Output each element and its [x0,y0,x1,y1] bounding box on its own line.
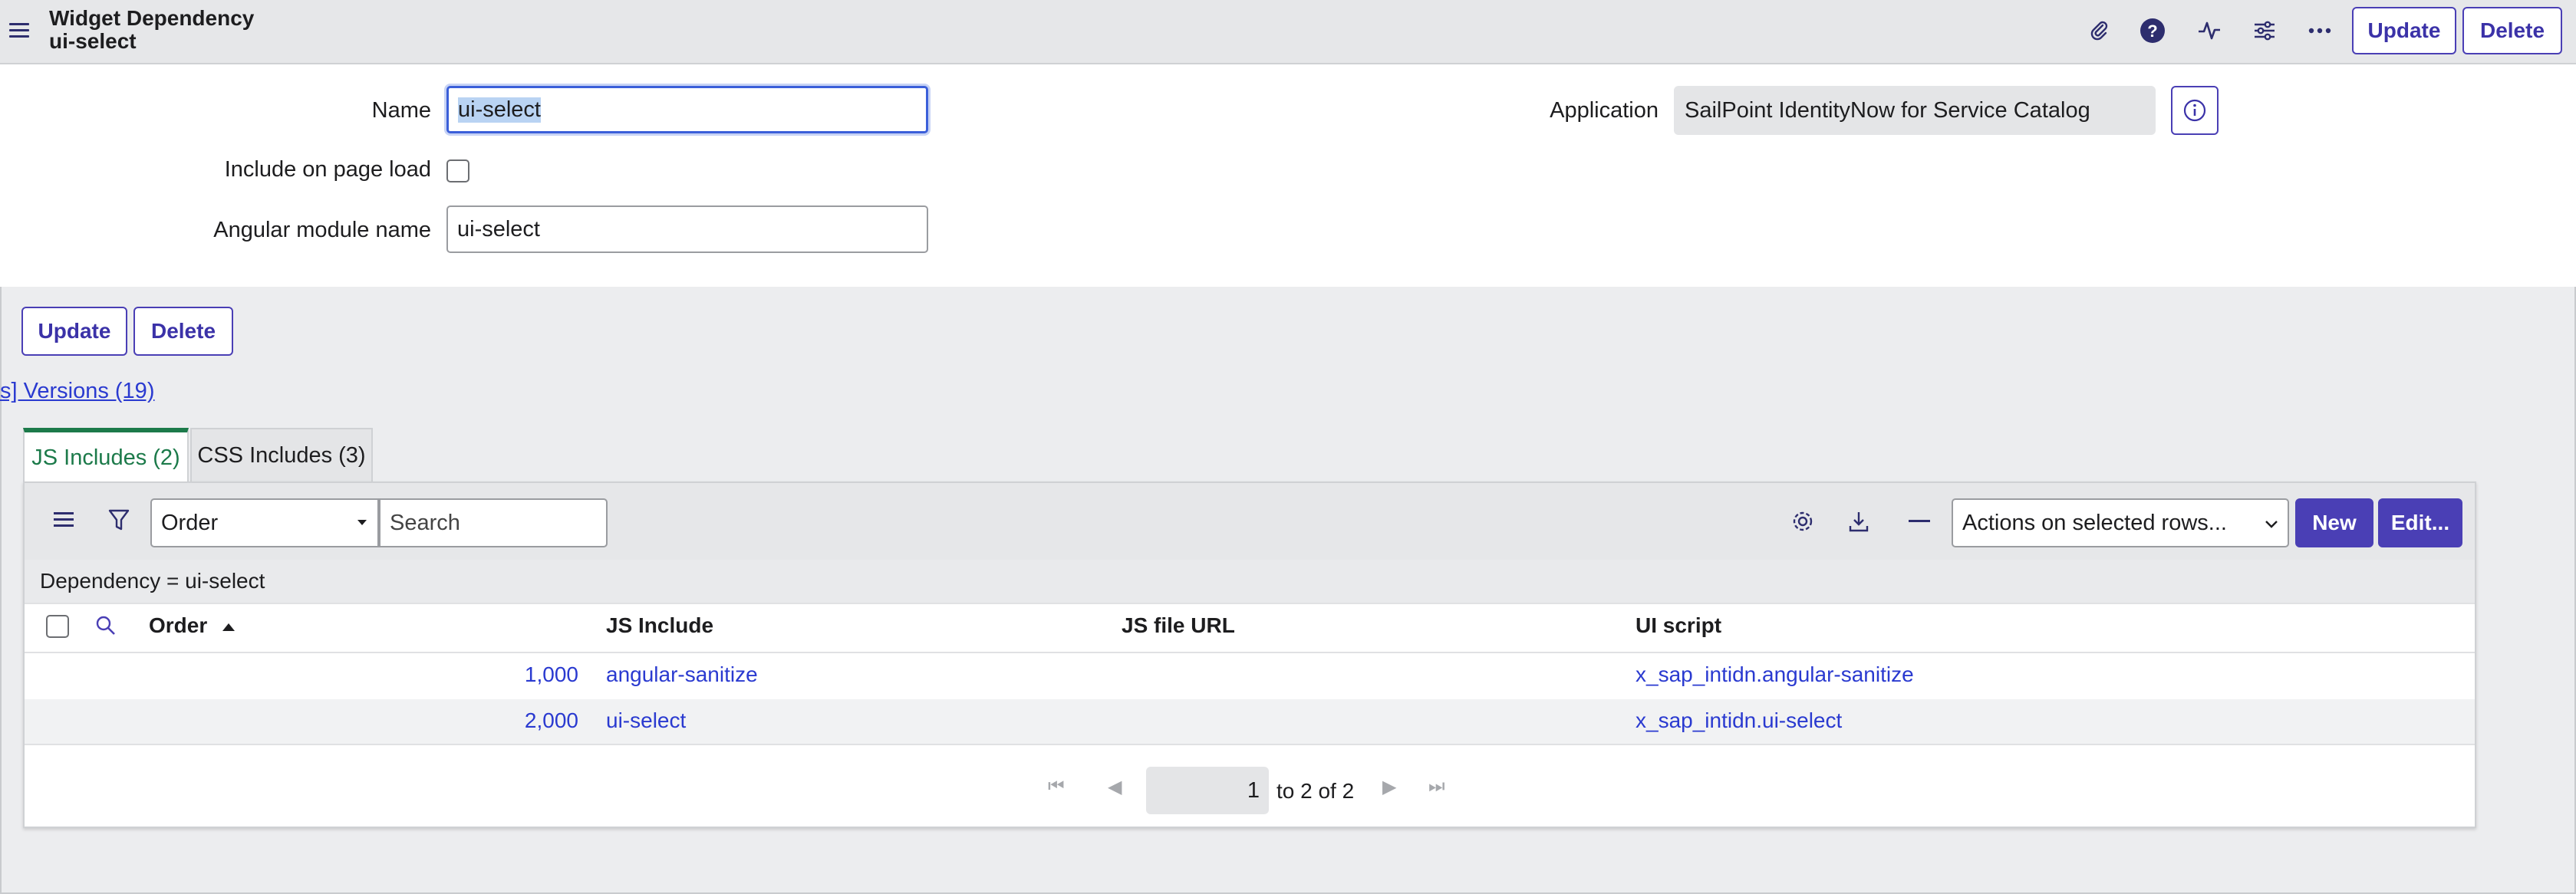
row-order-link[interactable]: 2,000 [517,708,578,733]
application-field: SailPoint IdentityNow for Service Catalo… [1674,86,2156,135]
angular-module-field[interactable]: ui-select [446,205,928,253]
svg-text:?: ? [2147,21,2157,41]
application-value: SailPoint IdentityNow for Service Catalo… [1685,97,2090,123]
tab-css-includes-label: CSS Includes (3) [197,442,366,468]
column-header-js-include[interactable]: JS Include [606,613,713,638]
include-on-page-load-label: Include on page load [224,157,431,182]
download-icon[interactable] [1847,509,1870,537]
table-row: 1,000 angular-sanitize x_sap_intidn.angu… [25,653,2475,699]
last-page-icon[interactable]: ⏭ [1428,776,1445,797]
name-label: Name [371,98,431,123]
first-page-icon[interactable]: ⏮ [1048,776,1065,797]
list-condition: Dependency = ui-select [25,560,2475,603]
select-all-checkbox[interactable] [46,615,69,638]
tab-js-includes-label: JS Includes (2) [31,445,180,470]
tab-css-includes[interactable]: CSS Includes (3) [190,428,373,483]
row-js-include-link[interactable]: angular-sanitize [606,662,758,687]
list-settings-gear-icon[interactable] [1790,509,1815,537]
caret-down-icon [357,520,367,525]
page-range-text: to 2 of 2 [1276,779,1355,803]
more-options-icon[interactable] [2304,15,2335,46]
record-form: Name ui-select Include on page load Angu… [0,64,2576,287]
versions-related-link[interactable]: s] Versions (19) [0,379,154,404]
column-header-ui-script[interactable]: UI script [1636,613,1721,638]
info-icon [2183,99,2206,122]
name-field-value: ui-select [458,97,541,123]
collapse-icon[interactable] [1909,520,1930,522]
actions-on-selected-select[interactable]: Actions on selected rows... [1952,498,2289,547]
column-header-order-label: Order [149,613,208,637]
record-name-title: ui-select [49,29,137,53]
form-header: Widget Dependency ui-select ? Update Del… [0,0,2576,64]
search-placeholder: Search [390,510,460,535]
list-pagination: ⏮ ◀ 1 to 2 of 2 ▶ ⏭ [25,744,2475,828]
menu-icon[interactable] [9,23,29,40]
header-update-button[interactable]: Update [2352,7,2456,54]
row-order-link[interactable]: 1,000 [517,662,578,687]
attachment-icon[interactable] [2084,15,2114,46]
form-delete-button[interactable]: Delete [133,307,233,356]
tab-js-includes[interactable]: JS Includes (2) [23,428,189,483]
column-header-order[interactable]: Order [149,613,236,638]
new-button[interactable]: New [2295,498,2373,547]
application-info-button[interactable] [2171,86,2219,135]
actions-select-value: Actions on selected rows... [1962,510,2227,535]
row-js-include-link[interactable]: ui-select [606,708,686,733]
row-ui-script-link[interactable]: x_sap_intidn.angular-sanitize [1636,662,1914,687]
list-toolbar: Order Search Actions on selected rows...… [25,483,2475,560]
angular-module-value: ui-select [457,216,540,242]
column-header-js-file-url[interactable]: JS file URL [1122,613,1235,638]
form-update-button[interactable]: Update [21,307,127,356]
application-label: Application [1550,98,1659,123]
filter-field-value: Order [161,510,219,535]
next-page-icon[interactable]: ▶ [1382,776,1396,798]
edit-button[interactable]: Edit... [2378,498,2462,547]
activity-icon[interactable] [2194,15,2225,46]
filter-icon[interactable] [107,508,130,536]
page-number-input[interactable]: 1 [1146,767,1269,814]
table-row: 2,000 ui-select x_sap_intidn.ui-select [25,699,2475,745]
include-on-page-load-checkbox[interactable] [446,159,469,182]
list-search-input[interactable]: Search [379,498,608,547]
related-list-panel: Order Search Actions on selected rows...… [23,482,2476,828]
name-field[interactable]: ui-select [446,86,928,133]
settings-sliders-icon[interactable] [2249,15,2280,46]
chevron-down-icon [2265,521,2278,528]
help-icon[interactable]: ? [2137,15,2168,46]
record-type-title: Widget Dependency [49,6,255,30]
filter-field-select[interactable]: Order [150,498,379,547]
page-number-value: 1 [1247,777,1260,803]
sort-ascending-icon [222,623,236,631]
header-delete-button[interactable]: Delete [2462,7,2562,54]
list-menu-icon[interactable] [54,512,74,527]
angular-module-label: Angular module name [213,218,431,242]
column-search-icon[interactable] [95,615,117,640]
row-ui-script-link[interactable]: x_sap_intidn.ui-select [1636,708,1842,733]
previous-page-icon[interactable]: ◀ [1108,776,1122,798]
